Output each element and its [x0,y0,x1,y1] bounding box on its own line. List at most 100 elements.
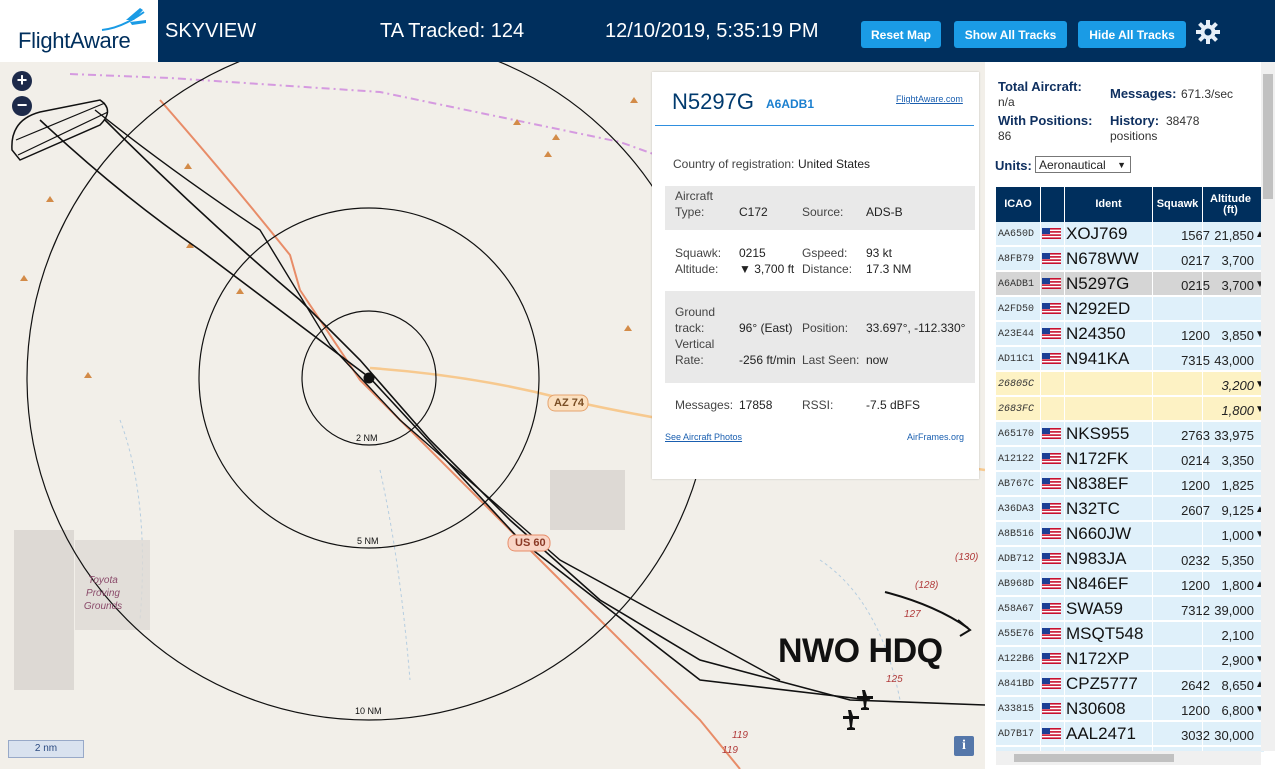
row-altitude: 8,650 [1221,678,1254,693]
vertical-scrollbar[interactable] [1261,62,1275,751]
airframes-link[interactable]: AirFrames.org [907,432,964,442]
table-row[interactable]: AB767C N838EF 1200 1,825 [996,472,1264,496]
cell-divider [1040,722,1041,746]
total-aircraft-value: n/a [998,95,1015,109]
row-ident: N292ED [1066,299,1131,318]
row-icao: 2683FC [998,404,1035,415]
table-row[interactable]: 2683FC 1,800 ▼ [996,397,1264,421]
cell-divider [1152,672,1153,696]
cell-divider [1064,447,1065,471]
col-icao[interactable]: ICAO [996,187,1040,222]
us-flag-icon [1042,653,1061,664]
us-flag-icon [1042,703,1061,714]
cell-divider [1152,597,1153,621]
flightaware-logo[interactable]: FlightAware [0,0,158,62]
map-number: 119 [722,745,738,756]
us-flag-icon [1042,478,1061,489]
with-positions-label: With Positions: [998,113,1093,128]
table-row[interactable]: AD7B17 AAL2471 3032 30,000 [996,722,1264,746]
row-altitude: 3,700 [1221,278,1254,293]
cell-divider [1202,722,1203,746]
messages-rate-label: Messages: [1110,86,1177,101]
cell-divider [1064,372,1065,396]
table-row[interactable]: 26805C 3,200 ▼ [996,372,1264,396]
row-icao: A36DA3 [998,504,1035,515]
with-positions-value: 86 [998,129,1012,143]
show-all-tracks-button[interactable]: Show All Tracks [954,21,1067,48]
squawk-block: Squawk: 0215 Gspeed: 93 kt Altitude: ▼ 3… [665,242,975,282]
rssi-value: -7.5 dBFS [866,398,921,412]
table-row[interactable]: A36DA3 N32TC 2607 9,125 ▲ [996,497,1264,521]
row-ident: AAL2471 [1066,724,1136,743]
zoom-out-button[interactable]: − [12,96,32,116]
chevron-down-icon: ▼ [1117,160,1126,170]
cell-divider [1064,222,1065,246]
tracked-count: TA Tracked: 124 [380,20,525,42]
units-select[interactable]: Aeronautical ▼ [1035,156,1131,173]
scroll-thumb[interactable] [1014,754,1174,762]
cell-divider [1040,297,1041,321]
zoom-in-button[interactable]: + [12,71,32,91]
us-flag-icon [1042,278,1061,289]
row-icao: A6ADB1 [998,279,1035,290]
col-flag[interactable] [1040,187,1064,222]
table-row[interactable]: A55E76 MSQT548 2,100 [996,622,1264,646]
table-row[interactable]: A8B516 N660JW 1,000 ▼ [996,522,1264,546]
reset-map-button[interactable]: Reset Map [861,21,941,48]
table-row[interactable]: A841BD CPZ5777 2642 8,650 ▲ [996,672,1264,696]
row-ident: N30608 [1066,699,1126,718]
row-ident: N941KA [1066,349,1130,368]
cell-divider [1152,422,1153,446]
gear-icon[interactable] [1195,19,1221,45]
table-row[interactable]: ADB712 N983JA 0232 5,350 [996,547,1264,571]
table-row[interactable]: A12122 N172FK 0214 3,350 [996,447,1264,471]
cell-divider [1202,297,1203,321]
col-squawk[interactable]: Squawk [1152,187,1202,222]
flightaware-link[interactable]: FlightAware.com [896,94,963,104]
cell-divider [1064,497,1065,521]
table-row[interactable]: A23E44 N24350 1200 3,850 ▼ [996,322,1264,346]
us-flag-icon [1042,328,1061,339]
horizontal-scrollbar[interactable] [996,751,1261,765]
table-row[interactable]: A6ADB1 N5297G 0215 3,700 ▼ [996,272,1264,296]
squawk-label: Squawk: [675,246,722,260]
cell-divider [1040,472,1041,496]
map-number: (130) [955,552,979,563]
hide-all-tracks-button[interactable]: Hide All Tracks [1078,21,1186,48]
us-flag-icon [1042,728,1061,739]
table-row[interactable]: AB968D N846EF 1200 1,800 ▲ [996,572,1264,596]
rate-value: -256 ft/min [739,353,796,367]
row-altitude: 6,800 [1221,703,1254,718]
row-ident: N24350 [1066,324,1126,343]
cell-divider [1152,472,1153,496]
cell-divider [1202,347,1203,371]
map-canvas[interactable]: + − 2 NM 5 NM 10 NM AZ 74 US 60 Toyota P… [0,62,985,769]
table-row[interactable]: A58A67 SWA59 7312 39,000 [996,597,1264,621]
aircraft-photos-link[interactable]: See Aircraft Photos [665,432,742,442]
cell-divider [1152,697,1153,721]
col-ident[interactable]: Ident [1064,187,1152,222]
rate-label: Rate: [675,353,704,367]
ring-label-10nm: 10 NM [355,706,382,716]
table-row[interactable]: A65170 NKS955 2763 33,975 [996,422,1264,446]
col-altitude[interactable]: Altitude (ft) [1202,187,1258,222]
scroll-thumb[interactable] [1263,74,1273,199]
cell-divider [1202,272,1203,296]
row-icao: A8B516 [998,529,1035,540]
row-icao: AD7B17 [998,729,1035,740]
table-row[interactable]: AD11C1 N941KA 7315 43,000 [996,347,1264,371]
type-label: Type: [675,205,705,219]
ring-label-5nm: 5 NM [357,536,379,546]
table-row[interactable]: A33815 N30608 1200 6,800 ▼ [996,697,1264,721]
table-row[interactable]: A2FD50 N292ED [996,297,1264,321]
row-icao: A122B6 [998,654,1035,665]
aircraft-table-header: ICAO Ident Squawk Altitude (ft) [996,187,1264,222]
table-row[interactable]: AA650D XOJ769 1567 21,850 ▲ [996,222,1264,246]
table-row[interactable]: A8FB79 N678WW 0217 3,700 [996,247,1264,271]
table-row[interactable]: A122B6 N172XP 2,900 ▼ [996,647,1264,671]
us-flag-icon [1042,578,1061,589]
info-icon[interactable]: i [954,736,974,756]
row-ident: N678WW [1066,249,1139,268]
cell-divider [1064,547,1065,571]
cell-divider [1152,347,1153,371]
